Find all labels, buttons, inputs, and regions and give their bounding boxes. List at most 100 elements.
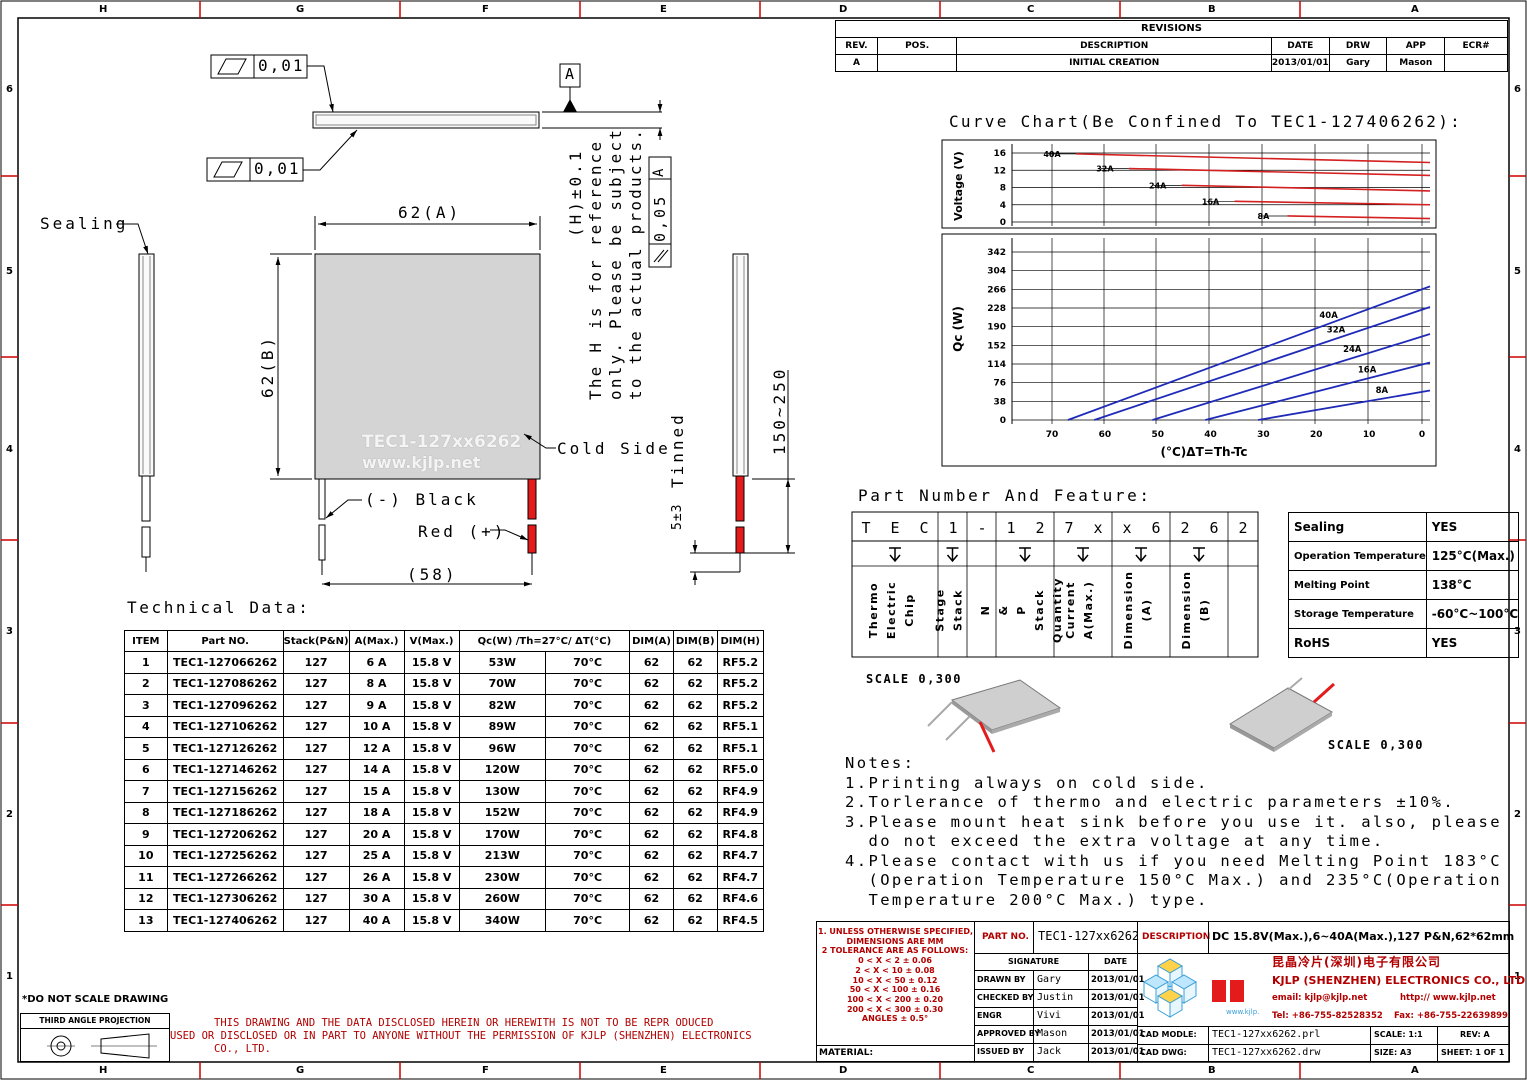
table-row: 1 TEC1-127066262 127 6 A 15.8 V 53W 70°C 62 62 RF…: [124, 651, 764, 674]
sign-name: Jack: [1037, 1046, 1062, 1057]
feature-property-row: Sealing YES: [1288, 512, 1520, 542]
feature-arrow-icon: [1135, 547, 1147, 563]
tech-cell: 62: [672, 651, 718, 674]
tech-cell: 70°C: [544, 780, 631, 803]
border-row-label: 4: [1514, 444, 1521, 455]
tech-cell: 15.8 V: [403, 887, 460, 910]
company-en: KJLP (SHENZHEN) ELECTRONICS CO., LTD: [1272, 974, 1526, 987]
tech-header-cell: V(Max.): [403, 630, 460, 652]
revisions-cell: [1444, 54, 1508, 72]
border-row-label: 3: [6, 626, 13, 637]
h-note-line-2: The H is for reference: [586, 139, 605, 400]
feature-arrow-icon: [1193, 547, 1205, 563]
border-col-label: B: [1208, 4, 1216, 15]
tech-cell: TEC1-127156262: [166, 780, 284, 803]
tech-cell: 62: [629, 651, 674, 674]
voltage-axis-label: Voltage (V): [952, 151, 965, 221]
curve-chart-title: Curve Chart(Be Confined To TEC1-12740626…: [949, 112, 1463, 131]
tech-header-cell: DIM(A): [629, 630, 674, 652]
cold-side-label: Cold Side: [557, 439, 671, 458]
tech-cell: 1: [124, 651, 168, 674]
part-number-char: 6: [1209, 519, 1218, 537]
revisions-title: REVISIONS: [835, 20, 1508, 37]
feature-property-cell: -60°C~100°C: [1425, 599, 1520, 629]
qc-tick-label: 76: [993, 379, 1006, 389]
tech-cell: 127: [282, 909, 350, 932]
note-line: do not exceed the extra voltage at any t…: [845, 832, 1385, 850]
parallel-datum: A: [651, 168, 667, 177]
tech-cell: 9 A: [348, 694, 405, 717]
voltage-tick-label: 0: [1000, 218, 1006, 228]
feature-property-row: RoHS YES: [1288, 628, 1520, 658]
tech-cell: 53W: [458, 651, 546, 674]
tech-cell: 62: [672, 844, 718, 867]
border-col-label: C: [1027, 1065, 1035, 1076]
tech-cell: 120W: [458, 758, 546, 781]
voltage-series-40A: [1075, 153, 1431, 164]
tech-header-cell: Qc(W) /Th=27°C/ ΔT(°C): [458, 630, 631, 652]
feature-desc-word: Stack: [952, 589, 965, 631]
tech-cell: 62: [629, 823, 674, 846]
feature-desc-word: Dimension: [1122, 571, 1135, 650]
tolerances: 1. UNLESS OTHERWISE SPECIFIED, DIMENSIONS…: [818, 927, 974, 1024]
part-number-char: -: [977, 519, 986, 537]
voltage-tick-label: 8: [1000, 184, 1006, 194]
feature-desc-word: (A): [1140, 598, 1153, 621]
qc-x-tick-label: 40: [1204, 430, 1217, 440]
black-lead-label: (-) Black: [365, 490, 479, 509]
sign-name: Gary: [1037, 974, 1062, 985]
part-number-char: 7: [1064, 519, 1073, 537]
qc-tick-label: 114: [987, 360, 1006, 370]
company-tel: Tel: +86-755-82528352: [1272, 1011, 1383, 1021]
company-http: http:// www.kjlp.net: [1400, 993, 1496, 1003]
tech-header-cell: ITEM: [124, 630, 168, 652]
tech-cell: 7: [124, 780, 168, 803]
tech-cell: 127: [282, 887, 350, 910]
revisions-cell: A: [835, 54, 878, 72]
tech-cell: 30 A: [348, 887, 405, 910]
tech-cell: 15.8 V: [403, 758, 460, 781]
tech-cell: 10: [124, 844, 168, 867]
tech-cell: 70°C: [544, 887, 631, 910]
tech-cell: 127: [282, 866, 350, 889]
feature-property-row: Melting Point 138°C: [1288, 570, 1520, 600]
border-col-label: D: [839, 1065, 848, 1076]
qc-x-axis-label: (°C)ΔT=Th-Tc: [1161, 445, 1248, 459]
tech-cell: 62: [672, 758, 718, 781]
tech-cell: 2: [124, 672, 168, 695]
tech-cell: 70°C: [544, 694, 631, 717]
tech-cell: 96W: [458, 737, 546, 760]
voltage-series-label: 24A: [1149, 181, 1167, 190]
tech-cell: 15.8 V: [403, 780, 460, 803]
sign-date: 2013/01/01: [1091, 1011, 1145, 1021]
tech-cell: 213W: [458, 844, 546, 867]
border-row-label: 1: [6, 971, 13, 982]
qc-series-24A: [1152, 333, 1431, 421]
tech-cell: 15.8 V: [403, 672, 460, 695]
tech-cell: TEC1-127066262: [166, 651, 284, 674]
tolerance-line: 1. UNLESS OTHERWISE SPECIFIED,: [818, 927, 974, 936]
revisions-header-row: REV. POS. DESCRIPTION DATE DRW APP ECR#: [835, 37, 1508, 55]
feature-desc-word: N: [979, 605, 992, 616]
tb-line: [974, 1043, 1138, 1044]
tech-cell: 127: [282, 672, 350, 695]
tech-cell: 127: [282, 758, 350, 781]
disclaimer: THIS DRAWING AND THE DATA DISCLOSED HERE…: [170, 1017, 814, 1056]
part-number-char: 1: [1006, 519, 1015, 537]
tech-cell: 13: [124, 909, 168, 932]
tech-cell: 62: [672, 715, 718, 738]
company-logo-icon: www.kjlp.net: [1143, 958, 1260, 1018]
h-note-line-3: only. Please be subject: [606, 127, 625, 400]
tech-cell: RF4.9: [716, 801, 764, 824]
tech-cell: 152W: [458, 801, 546, 824]
wire-dimension: 150~250: [770, 366, 789, 455]
table-row: 6 TEC1-127146262 127 14 A 15.8 V 120W 70°C 62 62…: [124, 758, 764, 781]
rev-value: REV: A: [1460, 1030, 1490, 1039]
feature-desc-word: &: [997, 604, 1010, 615]
border-row-label: 2: [1514, 809, 1521, 820]
tech-cell: 12: [124, 887, 168, 910]
border-row-label: 2: [6, 809, 13, 820]
sign-name: Justin: [1037, 992, 1074, 1003]
qc-tick-label: 342: [987, 248, 1006, 258]
tech-cell: TEC1-127096262: [166, 694, 284, 717]
